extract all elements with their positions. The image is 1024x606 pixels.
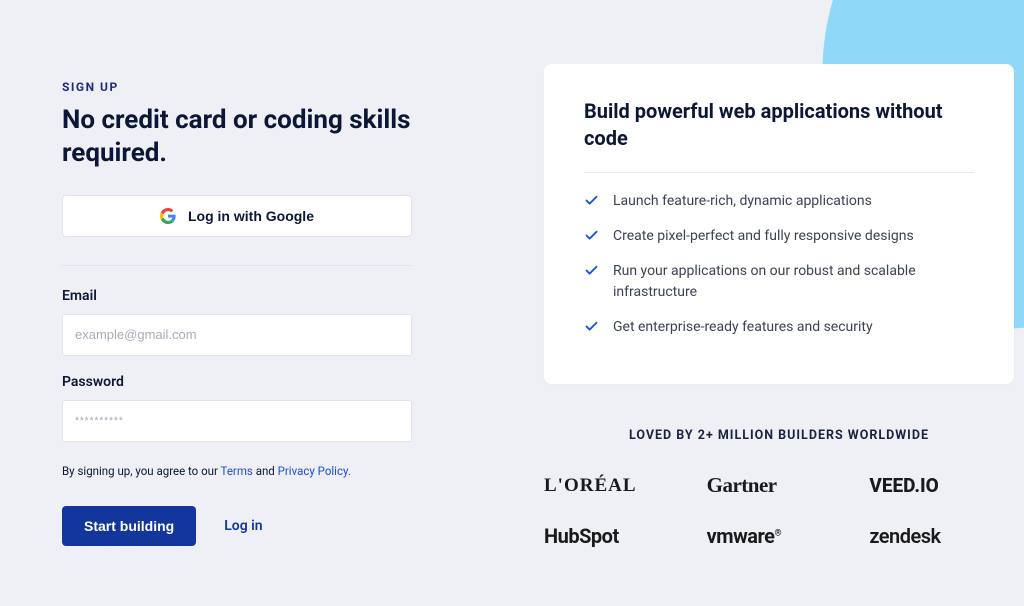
feature-text: Create pixel-perfect and fully responsiv… (613, 226, 914, 247)
check-icon (584, 228, 599, 243)
feature-item: Create pixel-perfect and fully responsiv… (584, 226, 974, 247)
password-label: Password (62, 374, 452, 390)
customer-logos: L'ORÉAL Gartner VEED.IO HubSpot vmware® … (544, 473, 1014, 548)
logo-hubspot: HubSpot (544, 524, 689, 548)
logo-gartner: Gartner (707, 473, 852, 498)
email-field[interactable] (62, 314, 412, 356)
social-proof-heading: LOVED BY 2+ MILLION BUILDERS WORLDWIDE (544, 428, 1014, 443)
check-icon (584, 193, 599, 208)
feature-item: Get enterprise-ready features and securi… (584, 317, 974, 338)
google-icon (160, 208, 176, 224)
benefits-card: Build powerful web applications without … (544, 64, 1014, 384)
signup-headline: No credit card or coding skills required… (62, 104, 422, 171)
check-icon (584, 319, 599, 334)
feature-item: Launch feature-rich, dynamic application… (584, 191, 974, 212)
form-actions: Start building Log in (62, 506, 452, 546)
page-layout: SIGN UP No credit card or coding skills … (0, 0, 1024, 606)
start-building-button[interactable]: Start building (62, 506, 196, 546)
logo-vmware: vmware® (707, 524, 852, 548)
logo-zendesk: zendesk (869, 524, 1014, 548)
check-icon (584, 263, 599, 278)
signup-panel: SIGN UP No credit card or coding skills … (0, 0, 512, 606)
privacy-link[interactable]: Privacy Policy. (278, 464, 351, 478)
consent-text: By signing up, you agree to our Terms an… (62, 464, 452, 478)
feature-text: Run your applications on our robust and … (613, 261, 974, 303)
card-divider (584, 172, 974, 173)
benefits-title: Build powerful web applications without … (584, 98, 974, 152)
google-login-label: Log in with Google (188, 208, 314, 224)
password-placeholder: ********** (75, 416, 124, 426)
signup-eyebrow: SIGN UP (62, 80, 452, 94)
form-divider (62, 265, 412, 266)
consent-prefix: By signing up, you agree to our (62, 464, 221, 478)
social-proof: LOVED BY 2+ MILLION BUILDERS WORLDWIDE L… (544, 428, 1014, 548)
terms-link[interactable]: Terms (221, 464, 253, 478)
logo-veed: VEED.IO (869, 474, 1014, 497)
feature-item: Run your applications on our robust and … (584, 261, 974, 303)
login-link[interactable]: Log in (224, 518, 262, 534)
password-field[interactable]: ********** (62, 400, 412, 442)
google-login-button[interactable]: Log in with Google (62, 195, 412, 237)
email-label: Email (62, 288, 452, 304)
logo-loreal: L'ORÉAL (544, 475, 689, 497)
feature-text: Launch feature-rich, dynamic application… (613, 191, 872, 212)
feature-text: Get enterprise-ready features and securi… (613, 317, 873, 338)
feature-list: Launch feature-rich, dynamic application… (584, 191, 974, 338)
consent-mid: and (253, 464, 278, 478)
benefits-panel: Build powerful web applications without … (512, 0, 1024, 606)
